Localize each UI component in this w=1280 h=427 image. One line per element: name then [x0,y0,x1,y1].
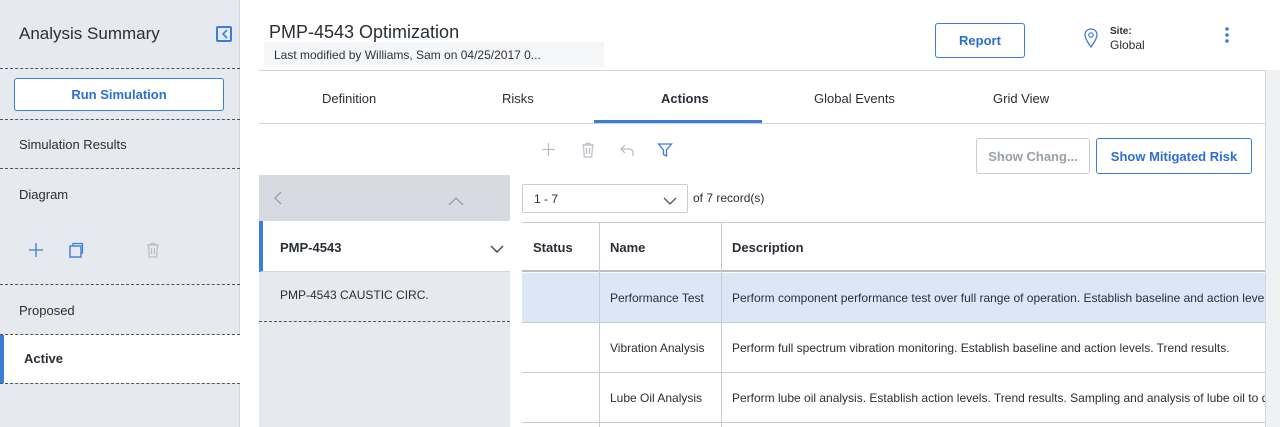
asset-panel-nav [259,175,510,221]
column-divider [721,222,722,427]
table-row[interactable]: Performance Test Perform component perfo… [522,273,1265,323]
tab-risks[interactable]: Risks [502,91,534,106]
records-range-select[interactable]: 1 - 7 [522,184,688,213]
tabs-divider [259,123,1265,124]
active-tab-indicator [594,120,762,123]
cell-description: Perform component performance test over … [732,291,1265,305]
location-pin-icon [1084,28,1098,53]
filter-icon[interactable] [657,142,673,163]
divider [0,68,240,69]
more-options-icon[interactable] [1224,27,1230,48]
asset-selected-item[interactable]: PMP-4543 [259,221,510,272]
table-row[interactable]: Lube Oil Analysis Perform lube oil analy… [522,373,1265,423]
tab-grid-view[interactable]: Grid View [993,91,1049,106]
column-header-description[interactable]: Description [732,240,804,255]
asset-list-item[interactable]: PMP-4543 CAUSTIC CIRC. [259,272,510,322]
chevron-down-icon[interactable] [490,241,504,259]
cell-name: Performance Test [610,291,704,305]
left-sidebar: Analysis Summary Run Simulation Simulati… [0,0,240,427]
show-changes-button[interactable]: Show Chang... [976,138,1090,174]
show-mitigated-risk-button[interactable]: Show Mitigated Risk [1096,138,1252,174]
tab-actions[interactable]: Actions [661,91,709,106]
chevron-up-icon[interactable] [448,193,464,211]
cell-name: Vibration Analysis [610,341,705,355]
actions-table: Status Name Description Performance Test… [522,222,1265,427]
add-icon[interactable] [541,142,556,162]
sidebar-title: Analysis Summary [19,24,160,43]
sidebar-item-diagram[interactable]: Diagram [19,187,68,202]
chevron-down-icon [663,195,677,209]
divider [0,119,240,120]
sidebar-item-proposed[interactable]: Proposed [19,303,75,318]
site-label: Site: [1110,26,1132,37]
report-button[interactable]: Report [935,23,1025,58]
page-title: PMP-4543 Optimization [269,22,460,42]
column-header-name[interactable]: Name [610,240,645,255]
tab-definition[interactable]: Definition [322,91,376,106]
cell-description: Perform lube oil analysis. Establish act… [732,391,1265,405]
divider [0,284,240,285]
records-total: 7 [706,191,714,205]
last-modified-text: Last modified by Williams, Sam on 04/25/… [264,42,604,67]
add-icon[interactable] [28,242,44,258]
cell-name: Lube Oil Analysis [610,391,703,405]
tab-global-events[interactable]: Global Events [814,91,895,106]
delete-icon[interactable] [581,142,595,163]
sidebar-toolbar [28,242,160,258]
copy-icon[interactable] [68,242,84,258]
divider [0,168,240,169]
site-value: Global [1110,38,1145,52]
vertical-scrollbar[interactable] [1265,70,1280,427]
run-simulation-button[interactable]: Run Simulation [14,78,224,111]
collapse-sidebar-icon[interactable] [216,26,232,42]
records-label: record(s) [716,191,765,205]
sidebar-item-label: Active [24,351,64,366]
header-divider [259,70,1265,71]
records-of-label: of [693,191,704,205]
sidebar-item-active[interactable]: Active [0,335,240,383]
delete-icon[interactable] [146,242,160,258]
column-header-status[interactable]: Status [533,240,573,255]
asset-list-item-label: PMP-4543 CAUSTIC CIRC. [280,288,429,302]
column-divider [599,222,600,427]
records-count: of 7 record(s) [693,191,764,205]
divider [0,383,240,384]
undo-icon[interactable] [619,142,635,163]
chevron-left-icon[interactable] [273,191,283,210]
cell-description: Perform full spectrum vibration monitori… [732,341,1230,355]
sidebar-item-simulation-results[interactable]: Simulation Results [19,137,127,152]
records-range-value: 1 - 7 [534,192,559,206]
asset-panel: PMP-4543 PMP-4543 CAUSTIC CIRC. [259,175,510,427]
table-header: Status Name Description [522,222,1265,272]
table-row[interactable]: Vibration Analysis Perform full spectrum… [522,323,1265,373]
asset-selected-label: PMP-4543 [280,240,342,255]
